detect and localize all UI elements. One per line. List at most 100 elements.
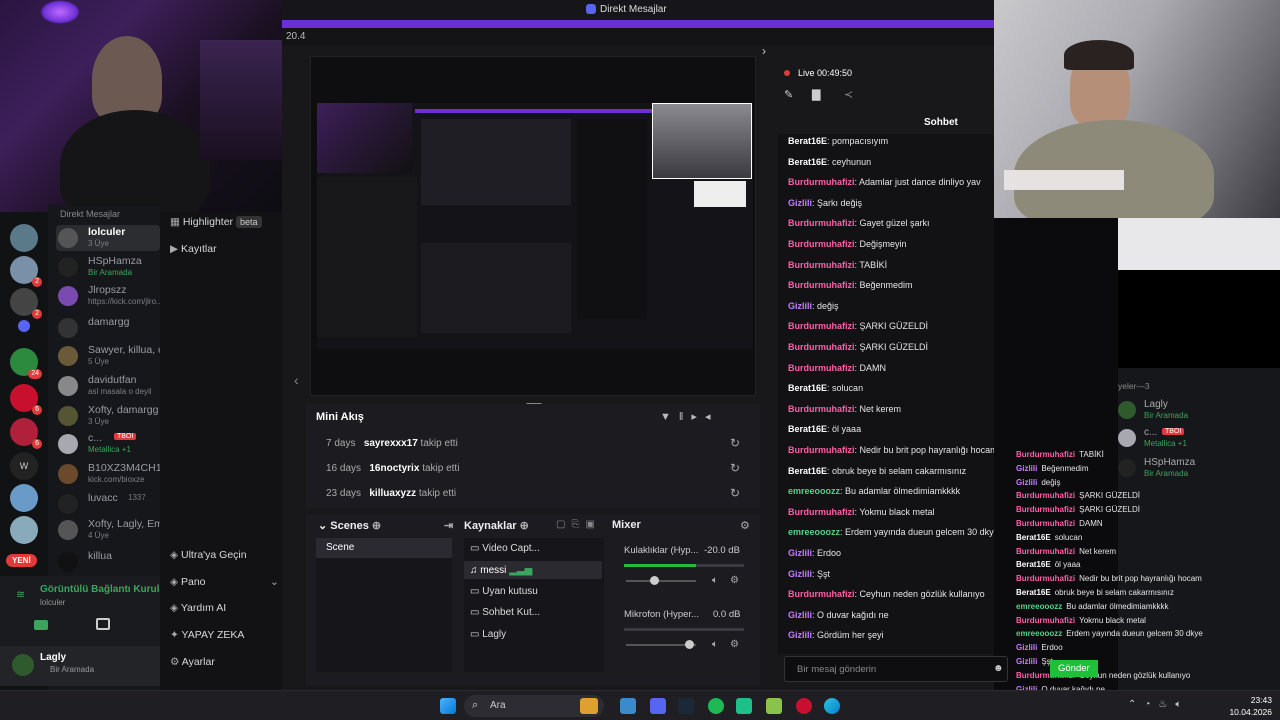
chevron-right-icon[interactable]: › [762,44,766,58]
chat-username[interactable]: Burdurmuhafizi [788,321,855,331]
edge-icon[interactable] [824,698,840,714]
chat-username[interactable]: Burdurmuhafizi [788,218,855,228]
tray-icons[interactable]: ⌃◔♨🔈︎ [1128,699,1189,710]
dm-item[interactable]: Jlropszz https://kick.com/jlro... [56,283,163,309]
replay-icon[interactable]: ↻ [730,461,740,475]
chat-username[interactable]: Berat16E [788,383,827,393]
pencil-icon[interactable]: ✎ [784,88,793,101]
source-item[interactable]: ▭ Uyan kutusu [470,586,538,597]
dm-item[interactable]: HSpHamza Bir Aramada [56,254,160,280]
steam-icon[interactable] [678,698,694,714]
gear-icon[interactable]: ⚙ [730,639,739,650]
send-button[interactable]: Gönder [1050,660,1098,677]
pano-link[interactable]: ◈ Pano ⌄ [170,576,279,588]
server-icon[interactable]: 6 [10,384,42,415]
dm-item[interactable]: B10XZ3M4CH1N kick.com/bioxze [56,461,169,487]
clip-icon[interactable]: ▇ [812,88,820,101]
recordings-link[interactable]: ▶ Kayıtlar [170,243,217,255]
server-icon[interactable]: 2 [10,288,42,319]
chat-username[interactable]: Berat16E [788,157,827,167]
source-item[interactable]: ▭ Video Capt... [470,543,540,554]
folder-icon[interactable] [18,320,30,332]
source-item[interactable]: ▭ Sohbet Kut... [470,607,540,618]
avatar[interactable] [12,654,34,676]
dm-item[interactable]: Xofty, Lagly, Em... 4 Üye [56,517,172,543]
server-icon[interactable]: W [10,452,38,480]
chat-username[interactable]: emreeooozz [788,527,840,537]
dm-item[interactable]: davidutfan asl masala o deyil [56,373,160,399]
source-toolbar-icons[interactable]: ▢⎘▣ [556,519,601,530]
source-item[interactable]: ♫ messi ▂▃▅ [470,565,532,576]
dm-item[interactable]: c... TBOI Metallica +1 [56,431,160,457]
dm-item[interactable]: Xofty, damargg 3 Üye [56,403,160,429]
server-icon[interactable]: 2 [10,256,42,287]
chat-username[interactable]: Gizlili [788,548,812,558]
chat-username[interactable]: Burdurmuhafizi [788,280,855,290]
chat-username[interactable]: emreeooozz [788,486,840,496]
speaker-icon[interactable]: 🔈︎ [712,639,718,650]
chat-username[interactable]: Gizlili [788,301,812,311]
highlighter-link[interactable]: ▦ Highlighter beta [170,216,262,228]
share-icon[interactable]: ≺ [844,88,853,101]
chat-username[interactable]: Burdurmuhafizi [788,363,855,373]
app-icon[interactable] [620,698,636,714]
slider-knob[interactable] [650,576,659,585]
screen-share-icon[interactable] [96,618,110,630]
dm-item[interactable]: lolculer 3 Üye [56,225,160,251]
chat-username[interactable]: Berat16E [788,466,827,476]
chat-username[interactable]: Burdurmuhafizi [788,507,855,517]
app-icon[interactable] [766,698,782,714]
chat-username[interactable]: Gizlili [788,630,812,640]
chat-username[interactable]: Berat16E [788,424,827,434]
search-box[interactable]: ⌕ Ara [464,695,604,717]
new-badge[interactable]: YENİ [6,554,37,567]
camera-icon[interactable] [34,620,48,630]
panel-controls[interactable]: ▼‖▸◂ [660,410,718,423]
opera-icon[interactable] [796,698,812,714]
chat-username[interactable]: Berat16E [788,136,827,146]
chat-username[interactable]: Gizlili [788,610,812,620]
source-item[interactable]: ▭ Lagly [470,629,506,640]
replay-icon[interactable]: ↻ [730,436,740,450]
windows-start-icon[interactable] [440,698,456,714]
scene-item[interactable]: Scene [316,538,452,558]
member-item[interactable]: Lagly Bir Aramada [1118,398,1278,424]
chat-username[interactable]: Burdurmuhafizi [788,260,855,270]
chat-username[interactable]: Burdurmuhafizi [788,342,855,352]
dm-item[interactable]: luvacc 1337 [56,491,160,517]
gear-icon[interactable]: ⚙ [730,575,739,586]
dm-item[interactable]: damargg [56,315,160,341]
chat-username[interactable]: Burdurmuhafizi [788,239,855,249]
server-icon[interactable] [10,516,38,544]
chat-username[interactable]: Burdurmuhafizi [788,404,855,414]
server-icon[interactable]: 24 [10,348,42,379]
gear-icon[interactable]: ⚙ [740,519,750,532]
terminal-icon[interactable] [736,698,752,714]
chat-username[interactable]: Burdurmuhafizi [788,589,855,599]
ai-link[interactable]: ✦ YAPAY ZEKA [170,629,244,641]
dm-item[interactable]: Sawyer, killua, c... 5 Üye [56,343,172,369]
replay-icon[interactable]: ↻ [730,486,740,500]
help-link[interactable]: ◈ Yardım AI [170,602,226,614]
chat-username[interactable]: Burdurmuhafizi [788,177,855,187]
server-icon[interactable] [10,484,38,512]
volume-slider[interactable] [626,576,696,585]
server-icon[interactable] [10,224,38,252]
settings-link[interactable]: ⚙ Ayarlar [170,656,215,668]
member-item[interactable]: c... TBOI Metallica +1 [1118,426,1278,452]
emoji-icon[interactable]: ☻ [993,663,1004,674]
volume-slider[interactable] [626,640,696,649]
dm-item[interactable]: killua [56,549,160,575]
slider-knob[interactable] [685,640,694,649]
chat-input[interactable]: Bir mesaj gönderin ☻ [784,656,1008,682]
server-icon[interactable]: 6 [10,418,42,449]
chat-username[interactable]: Gizlili [788,569,812,579]
discord-taskbar-icon[interactable] [650,698,666,714]
scene-transition-icon[interactable]: ⇥ [444,519,453,532]
chat-username[interactable]: Gizlili [788,198,812,208]
ultra-link[interactable]: ◈ Ultra'ya Geçin [170,549,247,561]
chevron-left-icon[interactable]: ‹ [294,372,299,388]
speaker-icon[interactable]: 🔈︎ [712,575,718,586]
spotify-icon[interactable] [708,698,724,714]
chat-username[interactable]: Burdurmuhafizi [788,445,855,455]
